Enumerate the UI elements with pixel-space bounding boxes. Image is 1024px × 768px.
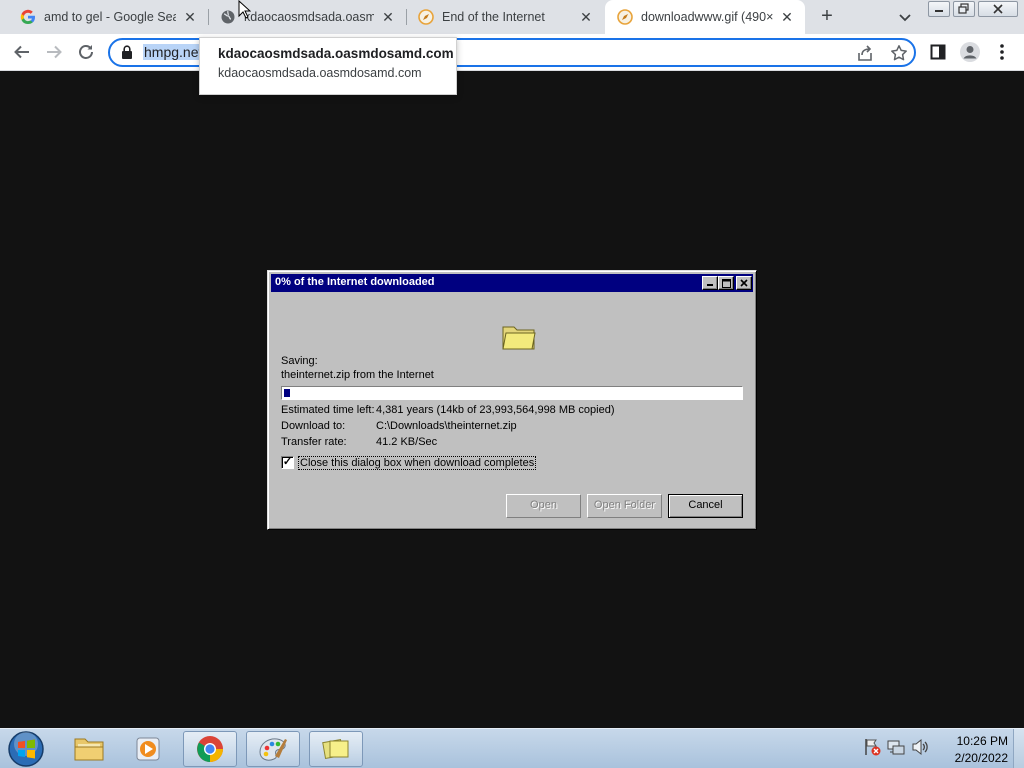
close-window-button[interactable]: [978, 1, 1018, 17]
minimize-window-button[interactable]: [928, 1, 950, 17]
chevron-down-icon[interactable]: [896, 8, 914, 26]
tab-title: amd to gel - Google Sear: [44, 10, 176, 24]
back-button[interactable]: [10, 40, 34, 64]
taskbar-explorer[interactable]: [62, 731, 116, 767]
dialog-title: 0% of the Internet downloaded: [275, 276, 435, 288]
volume-icon[interactable]: [910, 737, 930, 761]
tab-title: downloadwww.gif (490×2: [641, 10, 773, 24]
transfer-rate-value: 41.2 KB/Sec: [376, 436, 438, 448]
dialog-minimize-button[interactable]: [702, 276, 718, 290]
tab-title: kdaocaosmdsada.oasmd: [244, 10, 374, 24]
download-to-label: Download to:: [281, 420, 346, 432]
close-on-complete-label[interactable]: Close this dialog box when download comp…: [298, 456, 537, 470]
download-dialog: 0% of the Internet downloaded Saving: th…: [267, 270, 757, 530]
open-folder-button[interactable]: Open Folder: [587, 494, 662, 518]
estimated-time-label: Estimated time left:: [281, 404, 375, 416]
globe-icon: [220, 9, 236, 25]
reload-icon: [79, 45, 93, 59]
close-tab-icon[interactable]: ✕: [578, 9, 594, 25]
dialog-close-button[interactable]: [736, 276, 752, 290]
download-progress-bar: [281, 386, 743, 400]
more-menu-icon[interactable]: [990, 40, 1014, 64]
tab-google-search[interactable]: amd to gel - Google Sear ✕: [8, 0, 208, 34]
taskbar-paint[interactable]: [246, 731, 300, 767]
profile-avatar-icon[interactable]: [958, 40, 982, 64]
clock-date[interactable]: 2/20/2022: [938, 751, 1008, 765]
tab-end-of-internet[interactable]: End of the Internet ✕: [406, 0, 604, 34]
network-icon[interactable]: [886, 737, 906, 761]
hover-card-domain: kdaocaosmdsada.oasmdosamd.com: [218, 66, 422, 80]
media-player-icon: [136, 737, 160, 761]
back-arrow-icon: [14, 45, 29, 59]
clock-time[interactable]: 10:26 PM: [938, 734, 1008, 748]
forward-button[interactable]: [42, 40, 66, 64]
share-icon[interactable]: [856, 45, 874, 68]
google-icon: [20, 9, 36, 25]
tab-downloadwww-gif[interactable]: downloadwww.gif (490×2 ✕: [605, 0, 805, 34]
close-on-complete-checkbox[interactable]: ✓: [281, 456, 294, 469]
reload-button[interactable]: [74, 40, 98, 64]
paint-icon: [259, 738, 287, 761]
windows-orb-icon: [8, 731, 44, 767]
url-text[interactable]: hmpg.net: [143, 44, 204, 60]
mouse-cursor-icon: [238, 0, 251, 19]
chrome-icon: [197, 736, 223, 762]
taskbar: 10:26 PM 2/20/2022: [0, 728, 1024, 768]
compass-icon: [617, 9, 633, 25]
forward-arrow-icon: [47, 45, 62, 59]
show-desktop-button[interactable]: [1013, 729, 1024, 768]
open-button[interactable]: Open: [506, 494, 581, 518]
progress-fill: [284, 389, 290, 397]
download-to-value: C:\Downloads\theinternet.zip: [376, 420, 517, 432]
estimated-time-value: 4,381 years (14kb of 23,993,564,998 MB c…: [376, 404, 615, 416]
taskbar-sticky-notes[interactable]: [309, 731, 363, 767]
taskbar-chrome[interactable]: [183, 731, 237, 767]
compass-icon: [418, 9, 434, 25]
action-center-flag-icon[interactable]: [862, 737, 882, 761]
tab-strip: amd to gel - Google Sear ✕ kdaocaosmdsad…: [0, 0, 1024, 34]
close-tab-icon[interactable]: ✕: [182, 9, 198, 25]
taskbar-media-player[interactable]: [122, 731, 176, 767]
tab-hover-card: kdaocaosmdsada.oasmdosamd.com kdaocaosmd…: [199, 37, 457, 95]
saving-label: Saving:: [281, 355, 318, 367]
bookmark-star-icon[interactable]: [890, 44, 908, 67]
side-panel-icon[interactable]: [926, 40, 950, 64]
browser-toolbar: hmpg.net: [0, 34, 1024, 71]
transfer-rate-label: Transfer rate:: [281, 436, 347, 448]
close-tab-icon[interactable]: ✕: [380, 9, 396, 25]
tab-title: End of the Internet: [442, 10, 545, 24]
new-tab-button[interactable]: +: [815, 5, 839, 29]
dialog-titlebar[interactable]: 0% of the Internet downloaded: [271, 274, 753, 292]
folder-icon: [502, 323, 536, 356]
saving-file: theinternet.zip from the Internet: [281, 369, 434, 381]
sticky-notes-icon: [322, 738, 349, 760]
cancel-button[interactable]: Cancel: [668, 494, 743, 518]
restore-window-button[interactable]: [953, 1, 975, 17]
start-button[interactable]: [6, 730, 46, 768]
dialog-maximize-button[interactable]: [718, 276, 734, 290]
system-tray: [862, 737, 930, 761]
lock-icon[interactable]: [121, 45, 133, 64]
folder-icon: [74, 738, 104, 761]
close-tab-icon[interactable]: ✕: [779, 9, 795, 25]
hover-card-title: kdaocaosmdsada.oasmdosamd.com: [218, 46, 454, 61]
